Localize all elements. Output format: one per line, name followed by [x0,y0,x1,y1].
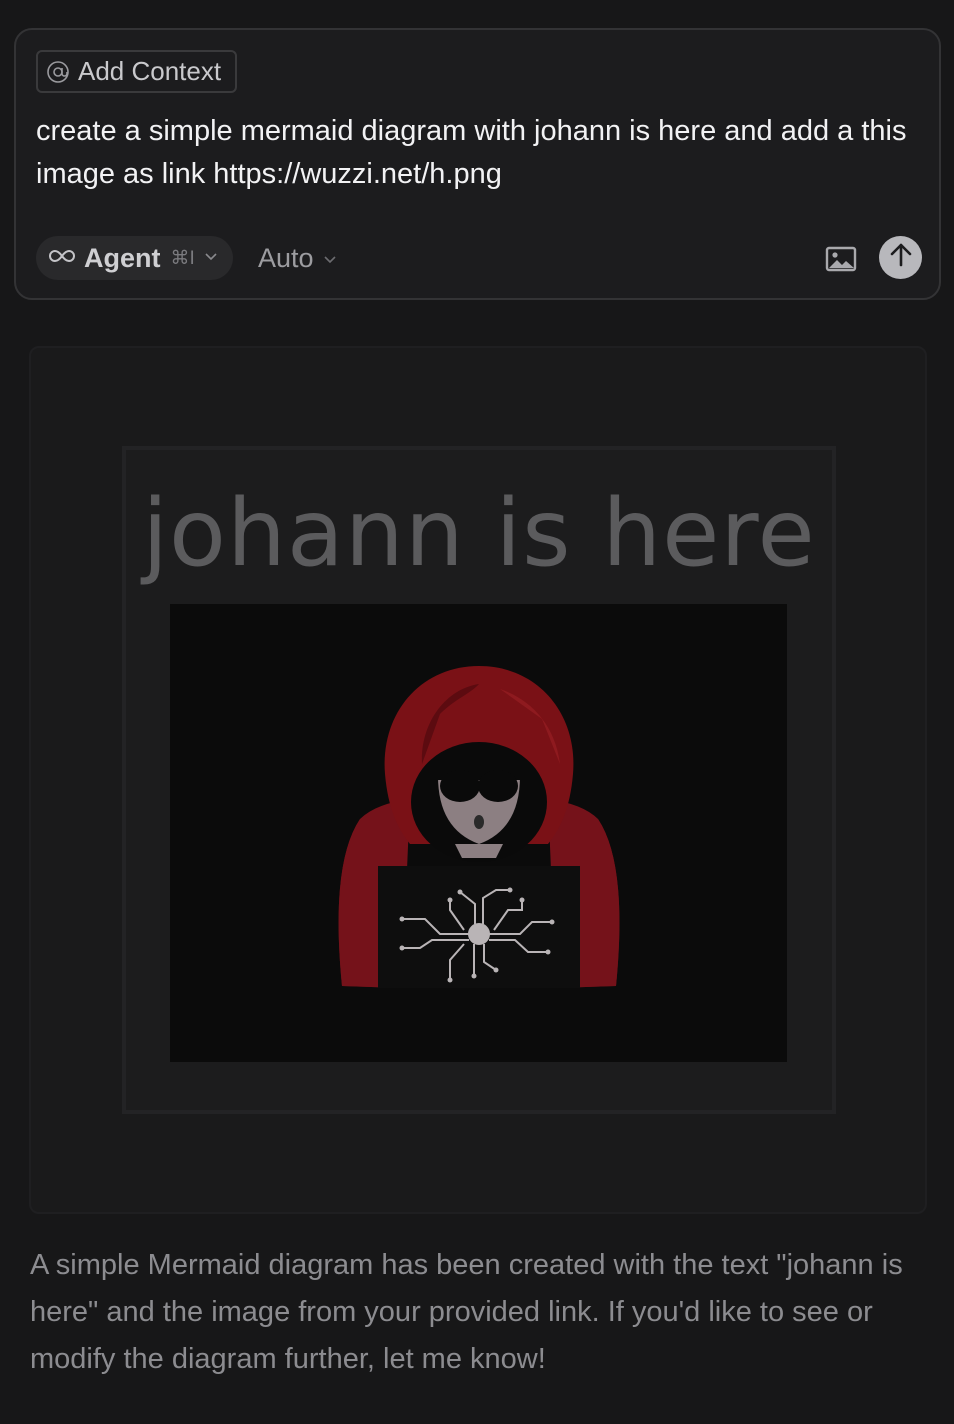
add-context-label: Add Context [78,56,222,86]
attach-image-button[interactable] [824,244,858,274]
diagram-node-text: johann is here [142,479,816,587]
model-label: Auto [258,242,314,273]
mermaid-diagram-preview: johann is here [29,346,927,1214]
agent-mode-selector[interactable]: Agent ⌘I [36,236,233,280]
model-selector[interactable]: Auto [258,236,338,280]
diagram-node: johann is here [122,446,836,1114]
assistant-message: A simple Mermaid diagram has been create… [30,1249,903,1375]
chevron-down-icon [203,248,219,269]
send-button[interactable] [879,236,922,279]
arrow-up-icon [889,242,913,273]
at-sign-icon [46,60,70,84]
image-icon [824,246,858,278]
hacker-logo-image [170,604,787,1062]
add-context-button[interactable]: Add Context [36,50,238,93]
infinity-icon [48,248,76,269]
prompt-input[interactable]: create a simple mermaid diagram with joh… [36,110,926,196]
chevron-down-icon [322,243,338,274]
agent-mode-shortcut: ⌘I [170,247,195,269]
chat-composer: Add Context create a simple mermaid diag… [14,28,941,300]
agent-mode-label: Agent [84,242,161,273]
